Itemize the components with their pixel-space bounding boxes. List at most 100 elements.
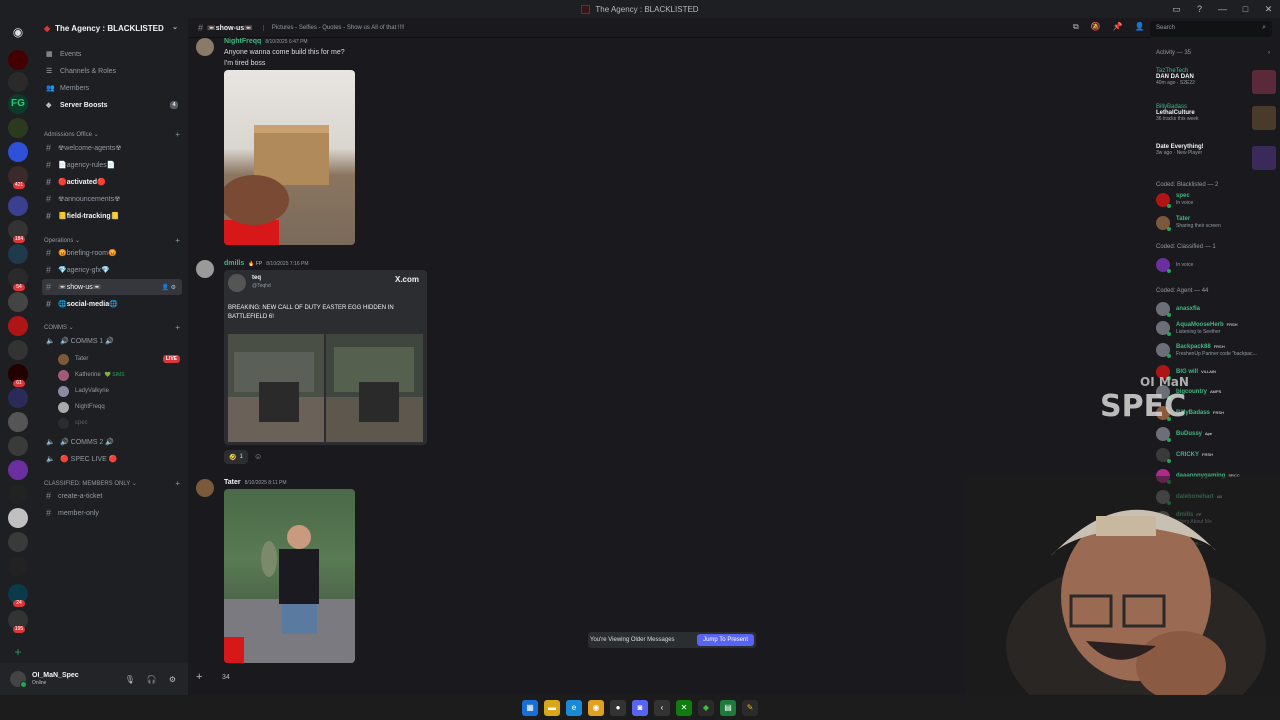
- inbox-icon[interactable]: ▭: [1165, 0, 1188, 18]
- image-attachment[interactable]: [224, 489, 355, 663]
- avatar[interactable]: [10, 671, 27, 688]
- member-item[interactable]: BuDussy Ape: [1156, 425, 1280, 443]
- member-item[interactable]: dmills FP Worry About Me: [1156, 509, 1280, 527]
- member-item[interactable]: Tater Sharing their screen: [1156, 214, 1280, 232]
- server-icon[interactable]: [8, 244, 28, 264]
- activity-header[interactable]: Activity — 35 ›: [1156, 50, 1270, 56]
- voice-user[interactable]: spec: [58, 416, 88, 430]
- server-icon[interactable]: 195: [8, 610, 28, 633]
- discord-home-icon[interactable]: ◉: [8, 22, 28, 42]
- member-item[interactable]: anasxfla: [1156, 300, 1280, 318]
- member-item[interactable]: HUNT Call of the...: [1156, 531, 1280, 549]
- close-button[interactable]: ✕: [1257, 0, 1280, 18]
- file-explorer-icon[interactable]: ▬: [544, 699, 560, 716]
- category-comms[interactable]: COMMS ⌄ +: [44, 321, 180, 333]
- message-author[interactable]: dmills 🔥 FP 8/10/2025 7:16 PM: [224, 260, 309, 267]
- activity-item[interactable]: BillyBadass LethalCulture 36 tracks this…: [1156, 104, 1276, 136]
- channel-welcome-agents[interactable]: # ☢welcome-agents☢: [42, 140, 182, 156]
- headphones-icon[interactable]: 🎧: [147, 675, 157, 684]
- member-item[interactable]: BillyBadass FRSH: [1156, 404, 1280, 422]
- server-icon[interactable]: FG: [8, 94, 28, 114]
- add-reaction-icon[interactable]: ☺: [254, 452, 262, 461]
- server-icon[interactable]: [8, 412, 28, 432]
- server-icon[interactable]: [8, 316, 28, 336]
- channel-activated[interactable]: # 🔴activated🔴: [42, 174, 182, 190]
- server-icon[interactable]: [8, 196, 28, 216]
- server-icon[interactable]: [8, 118, 28, 138]
- member-item[interactable]: CRICKY FRSH: [1156, 446, 1280, 464]
- channel-announcements[interactable]: # ☢announcements☢: [42, 191, 182, 207]
- threads-icon[interactable]: ⧉: [1073, 22, 1079, 32]
- category-admissions[interactable]: Admissions Office ⌄ +: [44, 128, 180, 140]
- add-attachment-icon[interactable]: +: [196, 671, 212, 683]
- server-icon[interactable]: [8, 484, 28, 504]
- maximize-button[interactable]: □: [1234, 0, 1257, 18]
- server-icon[interactable]: [8, 340, 28, 360]
- gear-icon[interactable]: ⚙: [169, 675, 176, 684]
- avatar[interactable]: [196, 260, 214, 278]
- message-author[interactable]: NightFreqq 8/10/2025 6:47 PM: [224, 38, 308, 45]
- link-embed[interactable]: teq @Teqhd X.com BREAKING: NEW CALL OF D…: [224, 270, 427, 445]
- add-channel-icon[interactable]: +: [175, 236, 180, 245]
- server-icon[interactable]: [8, 50, 28, 70]
- member-item[interactable]: RTRD: [1156, 573, 1280, 591]
- message-author[interactable]: Tater 8/10/2025 8:11 PM: [224, 479, 287, 486]
- server-icon[interactable]: [8, 292, 28, 312]
- server-icon[interactable]: [8, 532, 28, 552]
- member-item[interactable]: RGMT: [1156, 553, 1280, 571]
- server-header[interactable]: ◆ The Agency : BLACKLISTED ⌄: [36, 18, 188, 38]
- pen-tool-icon[interactable]: ✎: [742, 699, 758, 716]
- minimize-button[interactable]: —: [1211, 0, 1234, 18]
- nvidia-icon[interactable]: ◆: [698, 699, 714, 716]
- server-icon[interactable]: 184: [8, 220, 28, 243]
- channel-show-us[interactable]: # 📼show-us📼 👤 ⚙: [42, 279, 182, 295]
- help-icon[interactable]: ?: [1188, 0, 1211, 18]
- server-icon[interactable]: [8, 508, 28, 528]
- reaction-laugh[interactable]: 🤣 1: [224, 450, 248, 464]
- discord-icon[interactable]: ◙: [632, 699, 648, 716]
- channel-settings-icon[interactable]: 👤 ⚙: [161, 284, 176, 291]
- channel-social-media[interactable]: # 🌐social-media🌐: [42, 296, 182, 312]
- channel-create-a-ticket[interactable]: # create-a-ticket: [42, 488, 182, 504]
- member-item[interactable]: daaannnygaming SRCC: [1156, 467, 1280, 485]
- member-item[interactable]: Backpack88 FRSH FreshenUp Partner code "ba…: [1156, 341, 1280, 359]
- spreadsheet-icon[interactable]: ▤: [720, 699, 736, 716]
- server-icon[interactable]: [8, 72, 28, 92]
- channel-field-tracking[interactable]: # 📒field-tracking📒: [42, 208, 182, 224]
- add-channel-icon[interactable]: +: [175, 130, 180, 139]
- xbox-icon[interactable]: ✕: [676, 699, 692, 716]
- add-server-icon[interactable]: +: [8, 642, 28, 662]
- channel-briefing-room[interactable]: # 😡briefing-room😡: [42, 245, 182, 261]
- voice-channel-comms-2[interactable]: 🔈 🔊 COMMS 2 🔊: [42, 434, 182, 450]
- member-item[interactable]: bigcountry AMPS: [1156, 383, 1280, 401]
- add-channel-icon[interactable]: +: [175, 323, 180, 332]
- server-icon[interactable]: [8, 142, 28, 162]
- server-icon[interactable]: 61: [8, 364, 28, 387]
- pin-icon[interactable]: 📌: [1113, 22, 1123, 32]
- channel-agency-rules[interactable]: # 📄agency-rules📄: [42, 157, 182, 173]
- activity-item[interactable]: TazTheTech DAN DA DAN 40m ago · S2E22: [1156, 68, 1276, 100]
- avatar[interactable]: [196, 38, 214, 56]
- image-attachment[interactable]: [224, 70, 355, 245]
- members-link[interactable]: 👥 Members: [42, 80, 182, 96]
- notification-bell-icon[interactable]: 🔕: [1091, 22, 1101, 32]
- server-icon[interactable]: 54: [8, 268, 28, 291]
- message-composer[interactable]: + 34: [196, 668, 1140, 686]
- obs-icon[interactable]: ●: [610, 699, 626, 716]
- member-list-icon[interactable]: 👤: [1135, 22, 1145, 32]
- server-icon[interactable]: 421: [8, 166, 28, 189]
- voice-channel-comms-1[interactable]: 🔈 🔊 COMMS 1 🔊: [42, 333, 182, 349]
- app-icon[interactable]: ‹: [654, 699, 670, 716]
- channel-agency-gfx[interactable]: # 💎agency-gfx💎: [42, 262, 182, 278]
- voice-user[interactable]: LadyValkyrie: [58, 384, 109, 398]
- voice-user[interactable]: NightFreqq: [58, 400, 105, 414]
- server-icon[interactable]: [8, 460, 28, 480]
- channels-roles-link[interactable]: ☰ Channels & Roles: [42, 63, 182, 79]
- server-icon[interactable]: [8, 436, 28, 456]
- server-boosts-link[interactable]: ◆ Server Boosts 4: [42, 97, 182, 113]
- member-item[interactable]: BIG will VILLAIN: [1156, 363, 1280, 381]
- search-input[interactable]: Search ⌕: [1150, 21, 1272, 37]
- server-icon[interactable]: 24: [8, 584, 28, 607]
- edge-icon[interactable]: e: [566, 699, 582, 716]
- activity-item[interactable]: Date Everything! 3w ago · New Player: [1156, 144, 1276, 176]
